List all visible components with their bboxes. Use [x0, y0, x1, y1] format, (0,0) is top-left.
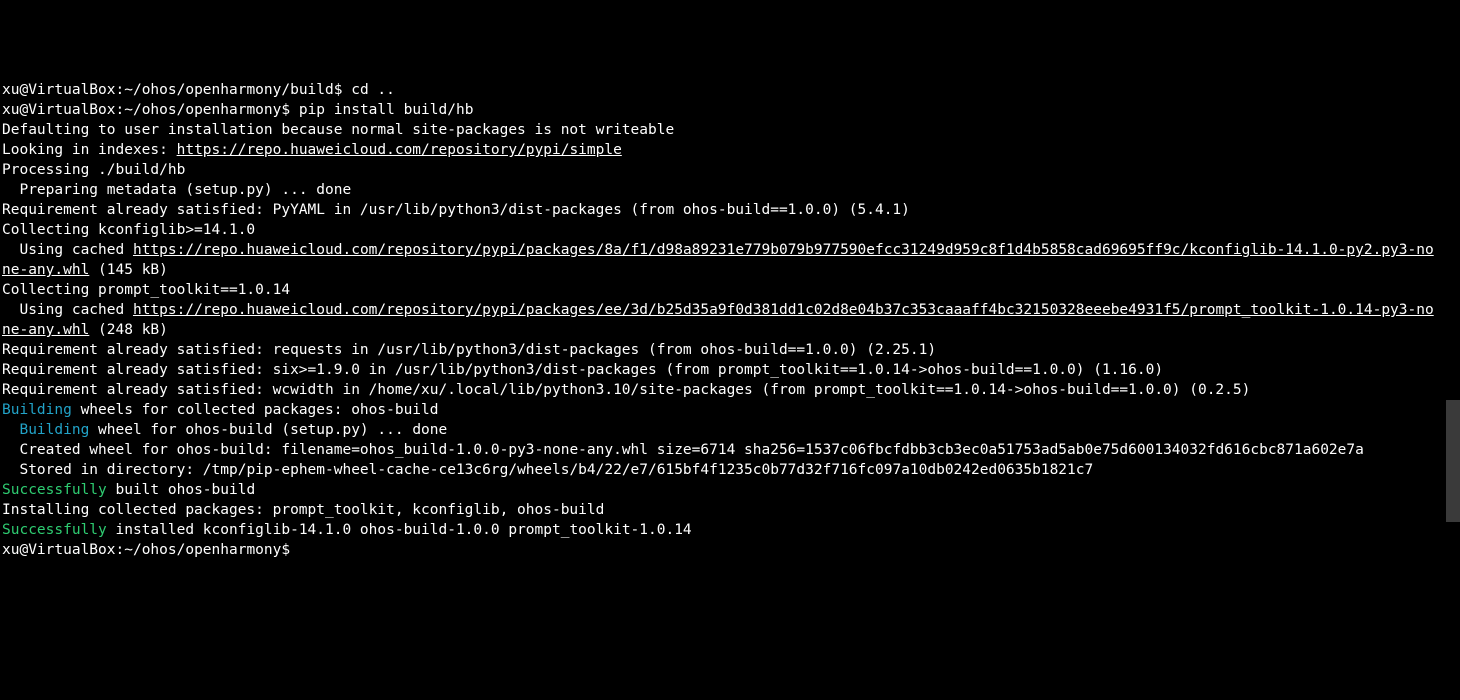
output-line: Collecting kconfiglib>=14.1.0: [2, 220, 1440, 240]
output-text: built ohos-build: [107, 482, 255, 498]
output-indent: [2, 422, 19, 438]
output-line: Collecting prompt_toolkit==1.0.14: [2, 280, 1440, 300]
output-text: Looking in indexes:: [2, 142, 177, 158]
building-label: Building: [2, 402, 72, 418]
output-line: Building wheel for ohos-build (setup.py)…: [2, 420, 1440, 440]
output-line: Requirement already satisfied: wcwidth i…: [2, 380, 1440, 400]
scrollbar-track[interactable]: [1446, 0, 1460, 522]
prompt-user-host: xu@VirtualBox: [2, 542, 116, 558]
output-line: Installing collected packages: prompt_to…: [2, 500, 1440, 520]
output-line: Preparing metadata (setup.py) ... done: [2, 180, 1440, 200]
output-text: Using cached: [2, 242, 133, 258]
prompt-line-3[interactable]: xu@VirtualBox:~/ohos/openharmony$: [2, 540, 1440, 560]
output-line: Stored in directory: /tmp/pip-ephem-whee…: [2, 460, 1440, 480]
prompt-sep: :: [116, 82, 125, 98]
prompt-line-1: xu@VirtualBox:~/ohos/openharmony/build$ …: [2, 80, 1440, 100]
success-label: Successfully: [2, 482, 107, 498]
scrollbar-thumb[interactable]: [1446, 400, 1460, 522]
output-line: Successfully built ohos-build: [2, 480, 1440, 500]
command-text: cd ..: [351, 82, 395, 98]
index-url-link[interactable]: https://repo.huaweicloud.com/repository/…: [177, 142, 622, 158]
output-text: (145 kB): [89, 262, 168, 278]
output-line: Requirement already satisfied: six>=1.9.…: [2, 360, 1440, 380]
output-text: Using cached: [2, 302, 133, 318]
command-text: pip install build/hb: [299, 102, 474, 118]
output-line: Processing ./build/hb: [2, 160, 1440, 180]
prompt-user-host: xu@VirtualBox: [2, 102, 116, 118]
building-label: Building: [19, 422, 89, 438]
output-line: Created wheel for ohos-build: filename=o…: [2, 440, 1440, 460]
success-label: Successfully: [2, 522, 107, 538]
output-line: Using cached https://repo.huaweicloud.co…: [2, 240, 1440, 280]
terminal-output[interactable]: xu@VirtualBox:~/ohos/openharmony/build$ …: [0, 80, 1442, 560]
output-line: Building wheels for collected packages: …: [2, 400, 1440, 420]
prompt-sep: :: [116, 102, 125, 118]
output-text: (248 kB): [89, 322, 168, 338]
output-line: Requirement already satisfied: requests …: [2, 340, 1440, 360]
prompt-sep: :: [116, 542, 125, 558]
package-url-link[interactable]: https://repo.huaweicloud.com/repository/…: [2, 242, 1434, 278]
output-line: Successfully installed kconfiglib-14.1.0…: [2, 520, 1440, 540]
prompt-line-2: xu@VirtualBox:~/ohos/openharmony$ pip in…: [2, 100, 1440, 120]
output-text: installed kconfiglib-14.1.0 ohos-build-1…: [107, 522, 692, 538]
output-line: Requirement already satisfied: PyYAML in…: [2, 200, 1440, 220]
prompt-path: ~/ohos/openharmony: [124, 102, 281, 118]
output-line: Looking in indexes: https://repo.huaweic…: [2, 140, 1440, 160]
prompt-path: ~/ohos/openharmony/build: [124, 82, 334, 98]
prompt-dollar: $: [281, 102, 298, 118]
output-text: wheel for ohos-build (setup.py) ... done: [89, 422, 447, 438]
package-url-link[interactable]: https://repo.huaweicloud.com/repository/…: [2, 302, 1434, 338]
output-line: Defaulting to user installation because …: [2, 120, 1440, 140]
output-line: Using cached https://repo.huaweicloud.co…: [2, 300, 1440, 340]
prompt-dollar: $: [281, 542, 298, 558]
prompt-path: ~/ohos/openharmony: [124, 542, 281, 558]
output-text: wheels for collected packages: ohos-buil…: [72, 402, 439, 418]
prompt-dollar: $: [334, 82, 351, 98]
prompt-user-host: xu@VirtualBox: [2, 82, 116, 98]
